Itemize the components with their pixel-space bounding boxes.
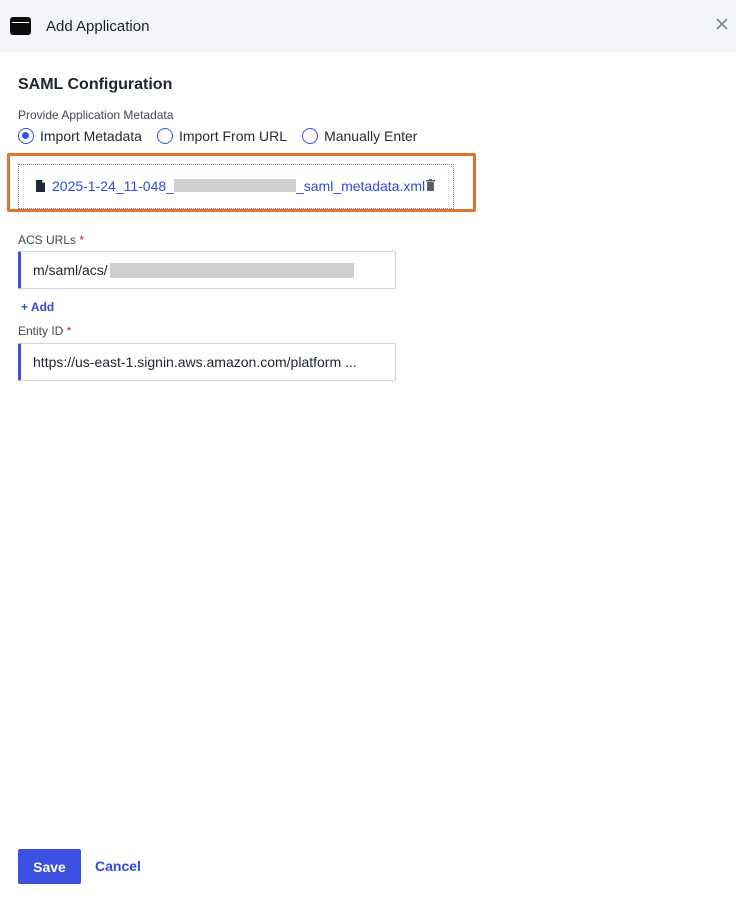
uploaded-file-name[interactable]: 2025-1-24_11-048_ _saml_metadata.xml bbox=[52, 178, 425, 194]
acs-url-value: m/saml/acs/ bbox=[33, 262, 108, 278]
file-icon bbox=[36, 180, 45, 192]
file-name-suffix: _saml_metadata.xml bbox=[295, 178, 426, 194]
window-icon bbox=[10, 17, 31, 35]
entity-id-value: https://us-east-1.signin.aws.amazon.com/… bbox=[33, 354, 357, 370]
section-title: SAML Configuration bbox=[18, 76, 173, 93]
radio-label: Import Metadata bbox=[40, 128, 142, 144]
close-icon[interactable] bbox=[715, 17, 729, 31]
radio-label: Import From URL bbox=[178, 128, 288, 144]
radio-unselected-icon bbox=[302, 128, 319, 144]
radio-import-metadata[interactable]: Import Metadata bbox=[18, 128, 142, 144]
entity-label-text: Entity ID bbox=[18, 324, 64, 338]
metadata-source-radio-group: Import Metadata Import From URL Manually… bbox=[18, 126, 432, 146]
save-button[interactable]: Save bbox=[18, 849, 81, 884]
trash-icon[interactable] bbox=[426, 179, 435, 191]
acs-url-input[interactable]: m/saml/acs/ bbox=[18, 251, 396, 289]
radio-label: Manually Enter bbox=[324, 128, 418, 144]
cancel-button[interactable]: Cancel bbox=[95, 858, 141, 874]
file-name-prefix: 2025-1-24_11-048_ bbox=[52, 178, 174, 194]
modal-header: Add Application bbox=[0, 0, 736, 52]
redacted-block bbox=[109, 262, 354, 278]
add-acs-url-link[interactable]: + Add bbox=[21, 300, 54, 314]
radio-unselected-icon bbox=[156, 128, 173, 144]
radio-selected-icon bbox=[18, 128, 34, 144]
required-mark: * bbox=[79, 233, 85, 247]
metadata-label: Provide Application Metadata bbox=[18, 108, 174, 122]
acs-label-text: ACS URLs bbox=[18, 233, 77, 247]
entity-id-label: Entity ID * bbox=[18, 324, 71, 338]
radio-manually-enter[interactable]: Manually Enter bbox=[302, 128, 417, 144]
redacted-block bbox=[173, 179, 296, 192]
entity-id-input[interactable]: https://us-east-1.signin.aws.amazon.com/… bbox=[18, 343, 396, 381]
modal-title: Add Application bbox=[46, 18, 150, 35]
required-mark: * bbox=[66, 324, 72, 338]
acs-urls-label: ACS URLs * bbox=[18, 233, 84, 247]
radio-import-from-url[interactable]: Import From URL bbox=[156, 128, 288, 144]
